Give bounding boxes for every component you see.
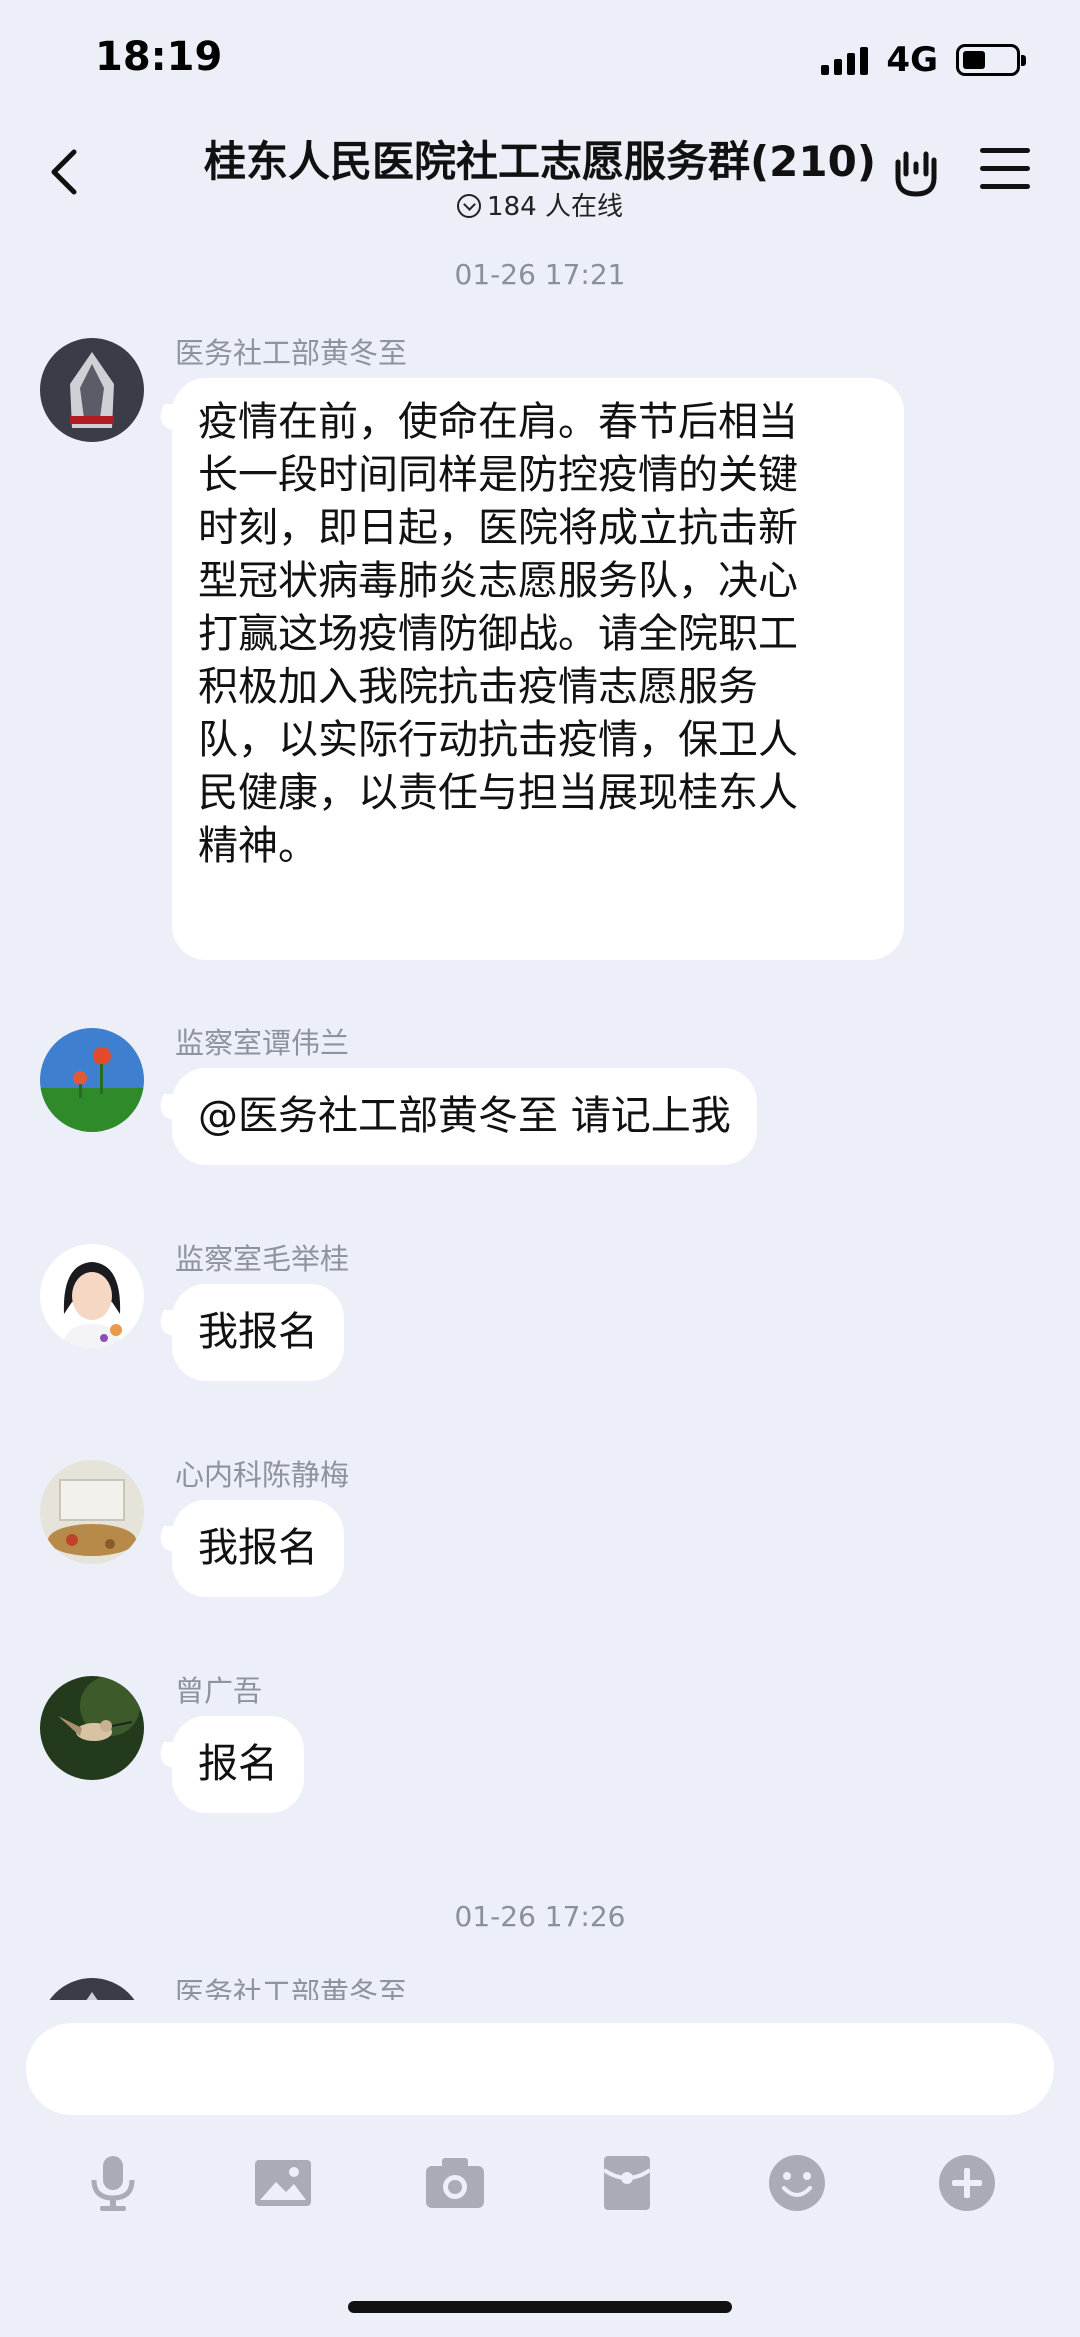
status-time: 18:19 <box>95 34 223 80</box>
avatar[interactable] <box>40 1676 144 1780</box>
status-bar: 18:19 4G <box>0 0 1080 120</box>
sender-name: 医务社工部黄冬至 <box>175 336 408 370</box>
camera-icon <box>426 2158 484 2208</box>
red-packet-icon <box>602 2156 652 2210</box>
menu-button[interactable] <box>980 148 1030 192</box>
chat-header: 桂东人民医院社工志愿服务群(210) 184 人在线 <box>0 120 1080 230</box>
sender-name: 监察室谭伟兰 <box>175 1026 350 1060</box>
message-input[interactable] <box>26 2023 1054 2115</box>
camera-button[interactable] <box>422 2150 488 2216</box>
image-icon <box>255 2160 311 2206</box>
message-bubble[interactable]: 我报名 <box>172 1500 344 1597</box>
message-line: 长一段时间同样是防控疫情的关键 <box>198 452 798 498</box>
message-bubble[interactable]: 疫情在前，使命在肩。春节后相当 长一段时间同样是防控疫情的关键 时刻，即日起，医… <box>172 378 904 960</box>
message-bubble[interactable]: 我报名 <box>172 1284 344 1381</box>
message-line: 型冠状病毒肺炎志愿服务队，决心 <box>198 558 798 604</box>
timestamp: 01-26 17:21 <box>454 258 626 291</box>
hand-gesture-button[interactable] <box>888 144 944 200</box>
emoji-icon <box>769 2155 825 2211</box>
input-area <box>0 2000 1080 2337</box>
chevron-down-icon <box>457 194 482 218</box>
message-line: 时刻，即日起，医院将成立抗击新 <box>198 505 798 551</box>
message-text: 报名 <box>198 1741 278 1787</box>
message-line: 民健康，以责任与担当展现桂东人 <box>198 770 798 816</box>
avatar[interactable] <box>40 1028 144 1132</box>
microphone-icon <box>91 2156 135 2211</box>
avatar[interactable] <box>40 1460 144 1564</box>
network-type: 4G <box>886 40 938 80</box>
chat-messages[interactable]: 01-26 17:21 医务社工部黄冬至 疫情在前，使命在肩。春节后相当 长一段… <box>0 230 1080 2000</box>
message-line: 队，以实际行动抗击疫情，保卫人 <box>198 717 798 763</box>
home-indicator[interactable] <box>348 2301 732 2313</box>
message-line: 疫情在前，使命在肩。春节后相当 <box>198 399 798 445</box>
message-text: @医务社工部黄冬至 请记上我 <box>198 1093 731 1139</box>
message-bubble[interactable]: @医务社工部黄冬至 请记上我 <box>172 1068 757 1165</box>
battery-icon <box>956 44 1026 76</box>
message-line: 积极加入我院抗击疫情志愿服务 <box>198 664 758 710</box>
message-line: 打赢这场疫情防御战。请全院职工 <box>198 611 798 657</box>
online-count-text: 184 人在线 <box>487 192 623 222</box>
input-toolbar <box>0 2150 1080 2230</box>
plus-icon <box>939 2155 995 2211</box>
microphone-button[interactable] <box>80 2150 146 2216</box>
sender-name: 曾广吾 <box>175 1674 263 1708</box>
plus-button[interactable] <box>934 2150 1000 2216</box>
sender-name: 监察室毛举桂 <box>175 1242 350 1276</box>
message-line: 精神。 <box>198 823 318 869</box>
message-bubble[interactable]: 报名 <box>172 1716 304 1813</box>
message-text: 我报名 <box>198 1309 318 1355</box>
message-text: 我报名 <box>198 1525 318 1571</box>
avatar[interactable] <box>40 1244 144 1348</box>
avatar[interactable] <box>40 1978 144 2000</box>
image-button[interactable] <box>250 2150 316 2216</box>
hand-gesture-icon <box>895 151 937 197</box>
timestamp: 01-26 17:26 <box>454 1900 626 1933</box>
emoji-button[interactable] <box>764 2150 830 2216</box>
signal-icon <box>821 45 869 75</box>
status-indicators: 4G <box>821 40 1026 80</box>
sender-name: 医务社工部黄冬至 <box>175 1976 408 2000</box>
red-packet-button[interactable] <box>594 2150 660 2216</box>
avatar[interactable] <box>40 338 144 442</box>
sender-name: 心内科陈静梅 <box>175 1458 350 1492</box>
